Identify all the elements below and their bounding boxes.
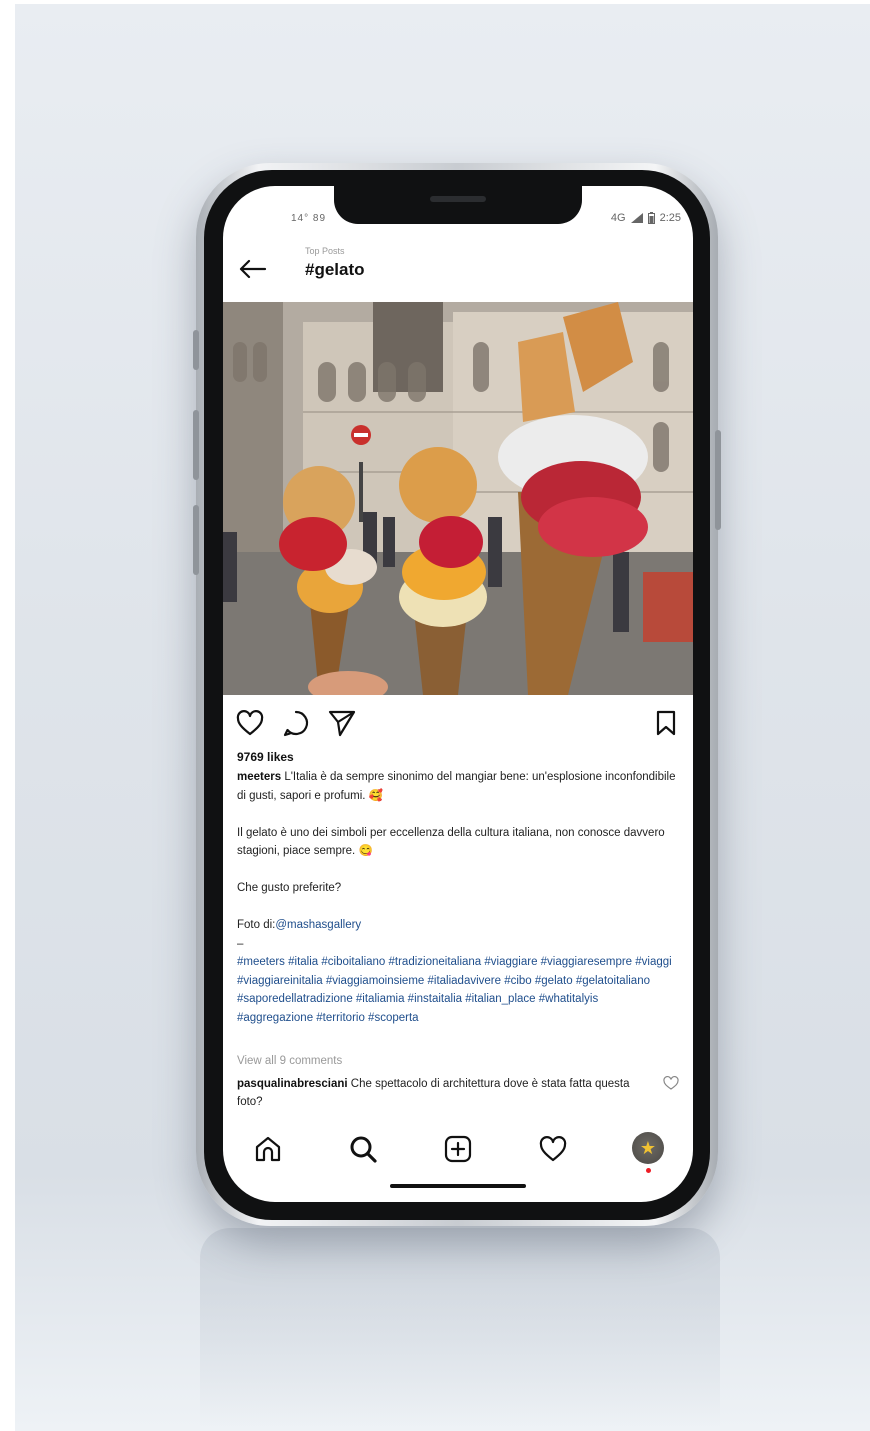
avatar-star-icon: ★ <box>639 1137 657 1158</box>
add-post-icon[interactable] <box>441 1132 475 1166</box>
side-button-volume-up <box>193 410 199 480</box>
photo-credit-prefix: Foto di: <box>237 919 276 931</box>
phone-reflection <box>200 1228 720 1428</box>
post-caption: meeters L'Italia è da sempre sinonimo de… <box>237 768 677 1027</box>
bottom-tab-bar: ★ <box>223 1128 693 1173</box>
paper-plane-icon[interactable] <box>327 708 357 738</box>
page-subtitle: Top Posts <box>305 246 345 256</box>
caption-para-1: meeters L'Italia è da sempre sinonimo de… <box>237 768 677 805</box>
comment-icon[interactable] <box>281 708 311 738</box>
page-title: #gelato <box>305 260 365 279</box>
activity-heart-icon[interactable] <box>536 1132 570 1166</box>
photo-credit-user[interactable]: @mashasgallery <box>275 919 361 931</box>
side-button-power <box>715 430 721 530</box>
profile-avatar[interactable]: ★ <box>632 1132 664 1164</box>
phone-screen: 14° 89 4G 2:25 Top Posts #gelato 9769 li… <box>223 186 693 1202</box>
gelato-photo-illustration <box>223 302 693 695</box>
caption-author[interactable]: meeters <box>237 771 281 783</box>
post-actions <box>223 708 693 742</box>
status-bar-right: 4G 2:25 <box>611 212 681 224</box>
caption-para-3: Che gusto preferite? <box>237 882 342 894</box>
signal-icon <box>630 213 643 223</box>
side-button-volume-down <box>193 505 199 575</box>
side-button-silent <box>193 330 199 370</box>
caption-para-2: Il gelato è uno dei simboli per eccellen… <box>237 826 665 858</box>
speaker-grille <box>430 196 486 202</box>
battery-icon <box>647 212 655 224</box>
hashtags[interactable]: #meeters #italia #ciboitaliano #tradizio… <box>237 953 677 1027</box>
phone-notch <box>334 186 582 224</box>
heart-icon[interactable] <box>235 708 265 738</box>
comment-like-heart-icon[interactable] <box>663 1076 679 1090</box>
home-indicator[interactable] <box>390 1184 526 1188</box>
status-time: 2:25 <box>659 212 681 224</box>
bookmark-icon[interactable] <box>651 708 681 738</box>
caption-text-1: L'Italia è da sempre sinonimo del mangia… <box>237 771 676 802</box>
comment-item: pasqualinabresciani Che spettacolo di ar… <box>237 1075 637 1111</box>
network-label: 4G <box>610 212 626 224</box>
notification-dot <box>646 1168 651 1173</box>
home-icon[interactable] <box>251 1132 285 1166</box>
photo-credit: Foto di:@mashasgallery <box>237 916 677 935</box>
post-photo[interactable] <box>223 302 693 695</box>
arrow-left-icon[interactable] <box>237 258 267 280</box>
search-icon[interactable] <box>346 1132 380 1166</box>
caption-dash: – <box>237 937 244 950</box>
likes-count[interactable]: 9769 likes <box>237 750 294 764</box>
status-bar-left: 14° 89 <box>291 213 327 224</box>
comment-author[interactable]: pasqualinabresciani <box>237 1078 348 1090</box>
view-all-comments-link[interactable]: View all 9 comments <box>237 1055 342 1067</box>
